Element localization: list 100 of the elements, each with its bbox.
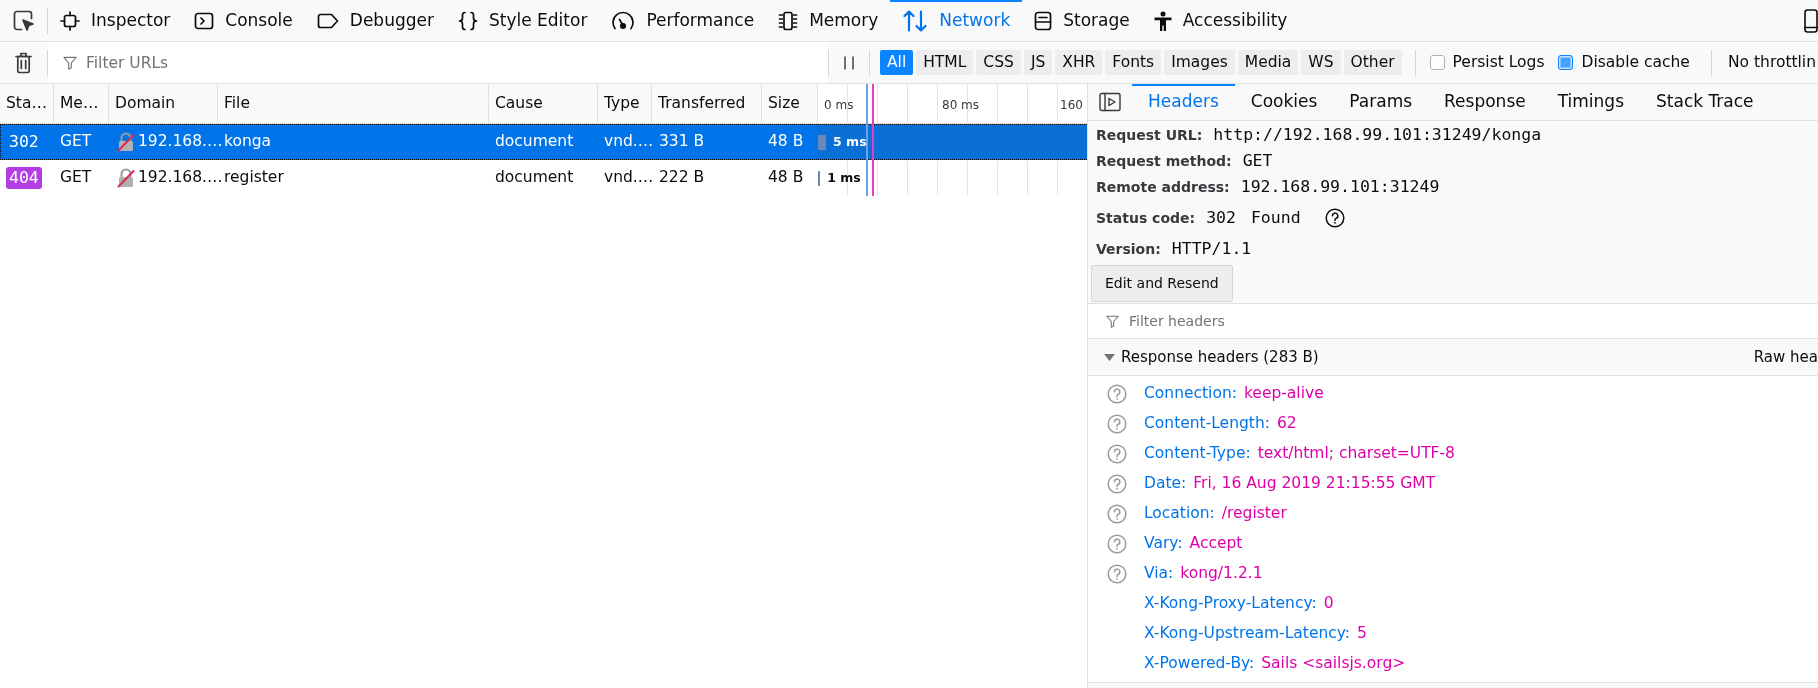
braces-icon bbox=[457, 10, 478, 31]
header-name: Date: bbox=[1144, 473, 1187, 495]
header-name: Via: bbox=[1144, 563, 1174, 585]
trash-icon bbox=[15, 51, 32, 74]
type-filter-button[interactable]: XHR bbox=[1055, 50, 1103, 75]
header-name: Content-Type: bbox=[1144, 443, 1251, 465]
table-cell-text: register bbox=[223, 167, 285, 189]
field-value: 192.168.99.101:31249 bbox=[1240, 175, 1440, 198]
domain-text: 192.168.… bbox=[138, 131, 223, 153]
toolbox-tab[interactable]: Debugger bbox=[304, 0, 446, 41]
table-cell-text: 331 B bbox=[658, 131, 706, 153]
checkbox[interactable] bbox=[1558, 55, 1574, 70]
lock-slashed-icon bbox=[117, 132, 135, 152]
cursor-box-icon bbox=[12, 9, 35, 32]
field-value: HTTP/1.1 bbox=[1171, 238, 1252, 261]
field-label: Request URL: bbox=[1096, 125, 1203, 145]
status-text: Found bbox=[1250, 206, 1301, 229]
checkbox[interactable] bbox=[1429, 55, 1445, 70]
type-filter-button[interactable]: Media bbox=[1237, 50, 1299, 75]
toolbox-tab[interactable]: Style Editor bbox=[445, 0, 600, 41]
table-cell-text: 48 B bbox=[767, 167, 805, 189]
field-label: Version: bbox=[1096, 240, 1161, 259]
column-header[interactable]: Me… bbox=[54, 84, 109, 123]
field-label: Request method: bbox=[1096, 151, 1232, 171]
table-cell-text: document bbox=[494, 131, 575, 153]
table-cell-text: GET bbox=[59, 131, 93, 153]
gauge-icon bbox=[611, 10, 636, 31]
filter-icon bbox=[63, 55, 77, 70]
toolbox-tab[interactable]: Memory bbox=[766, 0, 891, 41]
type-filter-button[interactable]: WS bbox=[1301, 50, 1341, 75]
document-icon bbox=[1034, 10, 1053, 31]
lock-slashed-icon bbox=[117, 168, 135, 188]
header-value: kong/1.2.1 bbox=[1180, 563, 1263, 585]
details-tab[interactable]: Timings bbox=[1541, 84, 1640, 120]
field-value: GET bbox=[1242, 149, 1273, 172]
url-filter-field[interactable]: Filter URLs bbox=[48, 42, 828, 83]
table-cell-text: 48 B bbox=[767, 131, 805, 153]
type-filter-button[interactable]: Other bbox=[1343, 50, 1402, 75]
response-headers-toggle[interactable]: Response headers (283 B) bbox=[1088, 339, 1319, 375]
terminal-icon bbox=[194, 10, 215, 31]
type-filter-button[interactable]: All bbox=[880, 50, 914, 75]
column-header[interactable]: File bbox=[218, 84, 489, 123]
filter-icon bbox=[1106, 314, 1119, 328]
field-value: http://192.168.99.101:31249/konga bbox=[1213, 123, 1542, 146]
header-value: Accept bbox=[1189, 533, 1243, 555]
toolbox-tab[interactable]: Accessibility bbox=[1141, 0, 1300, 41]
arrows-up-down-icon bbox=[902, 9, 929, 32]
details-tab[interactable]: Cookies bbox=[1234, 84, 1334, 120]
tick-label: 0 ms bbox=[824, 97, 854, 112]
table-cell-text: document bbox=[494, 167, 575, 189]
type-filter-button[interactable]: JS bbox=[1023, 50, 1053, 75]
column-header[interactable]: Sta… bbox=[0, 84, 54, 123]
column-header[interactable]: Domain bbox=[109, 84, 218, 123]
sidebar-play-icon bbox=[1099, 92, 1121, 112]
header-value: text/html; charset=UTF-8 bbox=[1257, 443, 1455, 465]
details-tab[interactable]: Response bbox=[1428, 84, 1542, 120]
header-value: 0 bbox=[1323, 593, 1334, 615]
column-header[interactable]: Transferred bbox=[652, 84, 762, 123]
toolbox-tab[interactable]: Performance bbox=[599, 0, 767, 41]
help-icon[interactable] bbox=[1324, 208, 1345, 228]
throttling-dropdown[interactable]: No throttlin bbox=[1712, 42, 1818, 83]
column-header[interactable]: Cause bbox=[489, 84, 598, 123]
header-value: 62 bbox=[1276, 413, 1297, 435]
request-row[interactable]: 302 GET 192.168.…konga document vnd.… 331 B 48 B 5 ms bbox=[0, 124, 1087, 160]
type-filter-button[interactable]: HTML bbox=[916, 50, 974, 75]
toolbox-tab[interactable]: Storage bbox=[1022, 0, 1142, 41]
edit-and-resend-button[interactable]: Edit and Resend bbox=[1091, 265, 1233, 302]
header-value: /register bbox=[1221, 503, 1287, 525]
header-name: Location: bbox=[1144, 503, 1215, 525]
toolbox-tab[interactable]: Console bbox=[182, 0, 305, 41]
url-filter-input[interactable]: Filter URLs bbox=[86, 49, 828, 76]
device-icon[interactable] bbox=[1804, 8, 1818, 33]
raw-headers-toggle[interactable]: Raw hea bbox=[1753, 345, 1818, 369]
column-header[interactable]: Type bbox=[598, 84, 652, 123]
table-cell-text: vnd.… bbox=[603, 167, 652, 189]
status-code: 404 bbox=[6, 167, 42, 189]
header-value: 5 bbox=[1357, 623, 1367, 645]
table-cell-text: vnd.… bbox=[603, 131, 652, 153]
tick-label: 160 bbox=[1060, 97, 1083, 112]
type-filter-button[interactable]: Images bbox=[1164, 50, 1235, 75]
header-value: Sails <sailsjs.org> bbox=[1261, 653, 1406, 675]
table-cell-text: 222 B bbox=[658, 167, 706, 189]
table-cell-text: konga bbox=[223, 131, 273, 153]
header-filter-input[interactable]: Filter headers bbox=[1129, 308, 1818, 334]
person-icon bbox=[1153, 10, 1172, 31]
header-name: Vary: bbox=[1144, 533, 1183, 555]
chip-frame-icon bbox=[60, 10, 80, 31]
type-filter-button[interactable]: Fonts bbox=[1105, 50, 1162, 75]
header-value: keep-alive bbox=[1243, 383, 1324, 405]
header-name: Content-Length: bbox=[1144, 413, 1270, 435]
toolbox-tab[interactable]: Inspector bbox=[48, 0, 183, 41]
type-filter-button[interactable]: CSS bbox=[976, 50, 1021, 75]
field-label: Remote address: bbox=[1096, 177, 1230, 197]
checkbox-option[interactable]: Persist Logs bbox=[1429, 50, 1545, 75]
details-tab[interactable]: Stack Trace bbox=[1640, 84, 1770, 120]
checkbox-option[interactable]: Disable cache bbox=[1558, 50, 1690, 75]
domain-text: 192.168.… bbox=[138, 167, 223, 189]
header-value: Fri, 16 Aug 2019 21:15:55 GMT bbox=[1193, 473, 1436, 495]
header-name: X-Kong-Proxy-Latency: bbox=[1144, 593, 1317, 615]
details-tab[interactable]: Params bbox=[1333, 84, 1429, 120]
